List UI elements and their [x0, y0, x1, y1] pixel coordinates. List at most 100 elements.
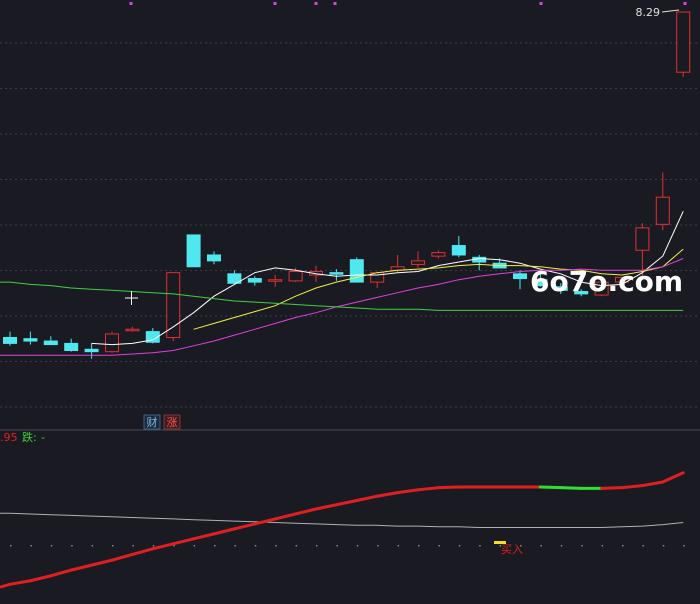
candle-body	[3, 337, 17, 344]
candle	[431, 250, 446, 259]
candle	[451, 236, 466, 258]
candle	[676, 11, 691, 77]
indicator-line-segment	[559, 486, 583, 490]
indicator-line-segment	[416, 486, 440, 492]
indicator-dot	[316, 545, 318, 547]
indicator-line-segment	[110, 552, 134, 562]
candle-body	[125, 328, 140, 332]
indicator-dot	[662, 545, 665, 547]
watermark: 6o7o.com	[530, 265, 683, 298]
indicator-line-segment	[334, 498, 359, 507]
indicator-dot	[642, 545, 644, 547]
indicator-line-segment	[314, 503, 338, 511]
indicator-dot	[438, 545, 440, 547]
legend-die-value: -	[41, 431, 45, 444]
candle-body	[288, 270, 303, 282]
indicator-dot	[683, 545, 685, 547]
stock-chart: 8.29 6o7o.com 财 涨 .95 跌: - 买入	[0, 2, 700, 589]
indicator-line-segment	[640, 480, 665, 488]
top-dot	[683, 2, 687, 5]
indicator-line-segment	[171, 537, 196, 546]
indicator-line-segment	[375, 491, 400, 498]
candle	[207, 251, 221, 265]
candle-body	[635, 227, 650, 251]
indicator-legend: .95 跌: -	[0, 430, 45, 444]
legend-die-label: 跌:	[22, 430, 37, 444]
candle	[655, 172, 670, 231]
indicator-dot	[10, 545, 12, 547]
indicator-line-segment	[620, 484, 644, 490]
candle-body	[166, 272, 181, 339]
candle	[84, 343, 99, 359]
indicator-dot	[295, 545, 298, 547]
indicator-line-segment	[436, 485, 461, 490]
indicator-line-segment	[661, 471, 685, 484]
indicator-line-segment	[232, 522, 257, 531]
indicator-lines	[0, 471, 685, 589]
cross-marker	[125, 291, 138, 305]
candle-body	[676, 11, 691, 73]
indicator-dot	[418, 545, 420, 547]
indicator-dots	[10, 545, 685, 547]
candles	[3, 11, 691, 359]
candle-body	[105, 333, 119, 353]
indicator-dot	[112, 545, 114, 547]
indicator-line-segment	[69, 563, 94, 572]
indicator-line-segment	[355, 494, 379, 502]
candle-body	[451, 245, 466, 256]
candle-body	[43, 340, 58, 346]
candle-body	[186, 234, 201, 268]
candle	[513, 270, 527, 290]
indicator-dot	[214, 545, 216, 547]
main-grid	[0, 42, 700, 408]
top-markers	[129, 2, 687, 5]
candle	[411, 251, 425, 268]
indicator-dot	[254, 545, 257, 547]
indicator-line-segment	[8, 579, 32, 586]
candle-body	[268, 279, 283, 282]
legend-value-fragment: .95	[0, 431, 18, 444]
candle	[268, 275, 283, 287]
top-dot	[314, 2, 318, 5]
top-dot	[539, 2, 543, 5]
candle-body	[655, 196, 670, 225]
indicator-line-segment	[49, 568, 73, 578]
indicator-dot	[132, 545, 134, 547]
candle-body	[431, 252, 446, 257]
indicator-line-segment	[130, 547, 155, 556]
indicator-line-segment	[0, 582, 11, 589]
indicator-line-segment	[192, 532, 216, 541]
candle	[64, 338, 79, 352]
candle-body	[23, 338, 38, 342]
buy-label: 买入	[501, 543, 523, 556]
indicator-dot	[397, 545, 400, 547]
indicator-line-segment	[600, 486, 624, 490]
candle	[186, 234, 201, 268]
top-dot	[333, 2, 337, 5]
candle	[3, 331, 17, 346]
indicator-dot	[560, 545, 563, 547]
candle	[125, 326, 140, 332]
candle	[23, 331, 38, 345]
indicator-line-segment	[273, 512, 298, 521]
indicator-line-segment	[294, 507, 318, 516]
candle-body	[329, 272, 344, 275]
candle-body	[411, 260, 425, 265]
candle-body	[247, 278, 262, 283]
high-price-label: 8.29	[636, 6, 661, 19]
candle-body	[84, 348, 99, 353]
indicator-dot	[581, 545, 583, 547]
indicator-dot	[540, 545, 542, 547]
indicator-dot	[275, 545, 277, 547]
indicator-dot	[356, 545, 359, 547]
candle	[472, 254, 487, 271]
indicator-line-segment	[28, 574, 53, 583]
indicator-dot	[91, 545, 94, 547]
indicator-dot	[458, 545, 461, 547]
indicator-dot	[601, 545, 604, 547]
indicator-line-segment	[212, 527, 236, 536]
indicator-dot	[622, 545, 624, 547]
candle	[247, 276, 262, 286]
candle-body	[64, 342, 79, 351]
cai-marker: 财	[147, 415, 158, 429]
